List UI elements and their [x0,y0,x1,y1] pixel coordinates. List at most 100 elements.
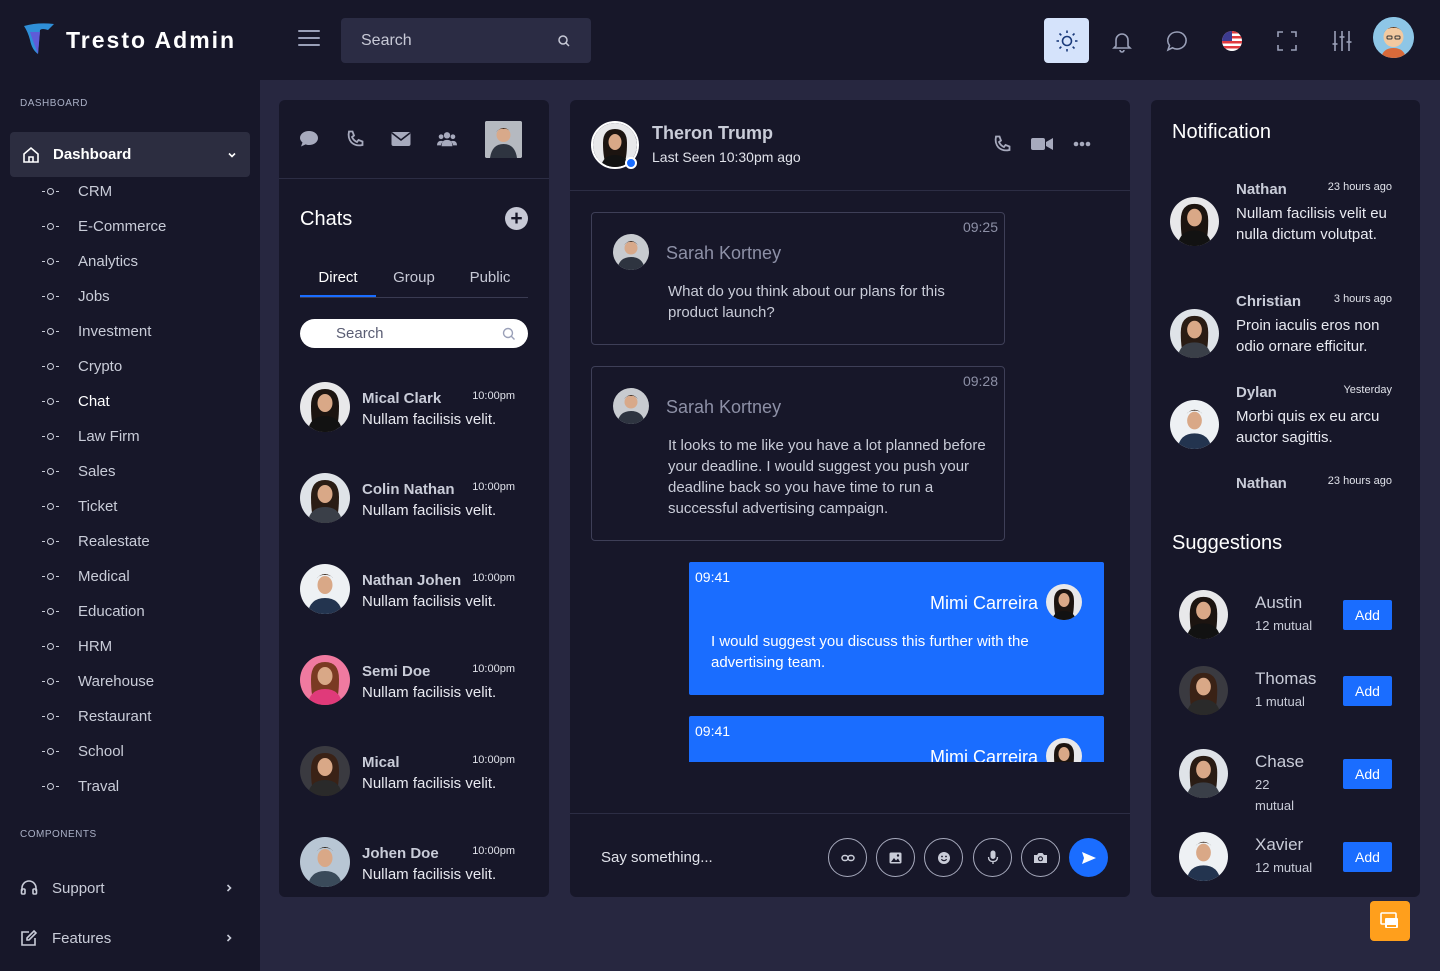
sidebar-item-support[interactable]: Support [20,879,235,897]
settings-button[interactable] [1319,18,1364,63]
contact-info: Nathan Johen 10:00pm Nullam facilisis veli… [362,564,528,614]
sidebar-item-school[interactable]: School [42,743,124,760]
chat-type-tabs: Direct Group Public [300,260,528,298]
floating-action-button[interactable] [1370,901,1410,941]
notification-text: Proin iaculis eros non odio ornare effic… [1236,317,1380,355]
attach-link-button[interactable] [828,838,867,877]
messages-button[interactable] [1154,18,1199,63]
suggestion-mutual: 1 mutual [1255,694,1305,709]
message-input[interactable]: Say something... [601,849,713,866]
contact-list-item[interactable]: Semi Doe 10:00pm Nullam facilisis velit. [300,655,528,705]
group-tab-icon[interactable] [437,129,457,149]
notification-item[interactable]: Nullam facilisis velit eu nulla dictum v… [1170,181,1392,261]
bullet-icon [42,783,59,790]
search-icon [502,327,515,340]
suggestion-name[interactable]: Austin [1255,593,1302,613]
sidebar-item-label: Sales [78,463,116,480]
more-options-button[interactable] [1070,132,1094,156]
suggestion-avatar[interactable] [1179,590,1228,639]
contact-time: 10:00pm [472,390,515,402]
fullscreen-button[interactable] [1264,18,1309,63]
sidebar-item-label: Realestate [78,533,150,550]
message-bubble-outgoing: 09:41 Mimi Carreira I would suggest you … [689,562,1104,695]
message-bubble-incoming: 09:25 Sarah Kortney What do you think ab… [591,212,1005,345]
suggestion-item: Chase 22 mutual Add [1179,749,1392,813]
menu-toggle-icon[interactable] [298,30,320,50]
sidebar-item-restaurant[interactable]: Restaurant [42,708,151,725]
sidebar-item-investment[interactable]: Investment [42,323,151,340]
sidebar-item-label: CRM [78,183,113,200]
chat-search-placeholder: Search [336,325,384,342]
contact-list-item[interactable]: Nathan Johen 10:00pm Nullam facilisis veli… [300,564,528,614]
sidebar-item-education[interactable]: Education [42,603,145,620]
top-search-input[interactable]: Search [341,18,591,63]
tab-public[interactable]: Public [452,260,528,297]
theme-toggle-button[interactable] [1044,18,1089,63]
user-avatar[interactable] [1373,17,1414,58]
link-icon [840,854,855,861]
new-chat-button[interactable]: + [505,207,528,230]
sender-avatar [1046,584,1082,620]
tab-group[interactable]: Group [376,260,452,297]
logo-icon [24,23,54,54]
sidebar-item-label: Jobs [78,288,110,305]
notification-item[interactable]: Morbi quis ex eu arcu auctor sagittis. Dy… [1170,384,1392,464]
emoji-button[interactable] [924,838,963,877]
contact-list-item[interactable]: Johen Doe 10:00pm Nullam facilisis velit. [300,837,528,887]
sidebar-item-medical[interactable]: Medical [42,568,130,585]
sidebar-item-sales[interactable]: Sales [42,463,116,480]
sidebar-item-jobs[interactable]: Jobs [42,288,110,305]
notification-time: 3 hours ago [1333,293,1392,305]
suggestion-avatar[interactable] [1179,749,1228,798]
contact-list-item[interactable]: Colin Nathan 10:00pm Nullam facilisis veli… [300,473,528,523]
sidebar-item-ticket[interactable]: Ticket [42,498,117,515]
add-friend-button[interactable]: Add [1343,676,1392,706]
sidebar-item-traval[interactable]: Traval [42,778,119,795]
current-user-avatar[interactable] [485,120,522,158]
sidebar-item-hrm[interactable]: HRM [42,638,112,655]
language-button[interactable] [1209,18,1254,63]
video-call-button[interactable] [1030,132,1054,156]
sidebar-item-warehouse[interactable]: Warehouse [42,673,154,690]
sidebar-item-dashboard[interactable]: Dashboard [10,132,250,177]
brand-name: Tresto Admin [66,26,237,53]
chat-tab-icon[interactable] [299,129,319,149]
suggestion-name[interactable]: Xavier [1255,835,1303,855]
sidebar-item-law-firm[interactable]: Law Firm [42,428,140,445]
add-friend-button[interactable]: Add [1343,759,1392,789]
sidebar-item-chat[interactable]: Chat [42,393,110,410]
screen-icon [1380,912,1398,928]
sidebar-item-label: School [78,743,124,760]
contact-time: 10:00pm [472,572,515,584]
mail-tab-icon[interactable] [391,129,411,149]
add-friend-button[interactable]: Add [1343,600,1392,630]
bullet-icon [42,643,59,650]
notifications-title: Notification [1172,121,1271,143]
fullscreen-icon [1276,30,1297,51]
tab-direct[interactable]: Direct [300,260,376,297]
suggestion-name[interactable]: Chase [1255,752,1304,772]
contact-list-item[interactable]: Mical 10:00pm Nullam facilisis velit. [300,746,528,796]
send-button[interactable] [1069,838,1108,877]
message-time: 09:41 [695,569,731,585]
attach-image-button[interactable] [876,838,915,877]
notification-item[interactable]: Proin iaculis eros non odio ornare effic… [1170,293,1392,373]
chat-search-input[interactable]: Search [300,319,528,348]
voice-call-button[interactable] [990,132,1014,156]
suggestion-avatar[interactable] [1179,666,1228,715]
suggestion-name[interactable]: Thomas [1255,669,1316,689]
notifications-button[interactable] [1099,18,1144,63]
sidebar-item-realestate[interactable]: Realestate [42,533,150,550]
sidebar-item-crm[interactable]: CRM [42,183,113,200]
camera-button[interactable] [1021,838,1060,877]
contact-list-item[interactable]: Mical Clark 10:00pm Nullam facilisis velit… [300,382,528,432]
suggestion-avatar[interactable] [1179,832,1228,881]
voice-message-button[interactable] [973,838,1012,877]
sidebar-item-e-commerce[interactable]: E-Commerce [42,218,166,235]
sidebar-item-features[interactable]: Features [20,929,235,947]
sidebar-item-analytics[interactable]: Analytics [42,253,138,270]
brand-logo[interactable]: Tresto Admin [18,20,236,60]
add-friend-button[interactable]: Add [1343,842,1392,872]
phone-tab-icon[interactable] [345,129,365,149]
sidebar-item-crypto[interactable]: Crypto [42,358,122,375]
